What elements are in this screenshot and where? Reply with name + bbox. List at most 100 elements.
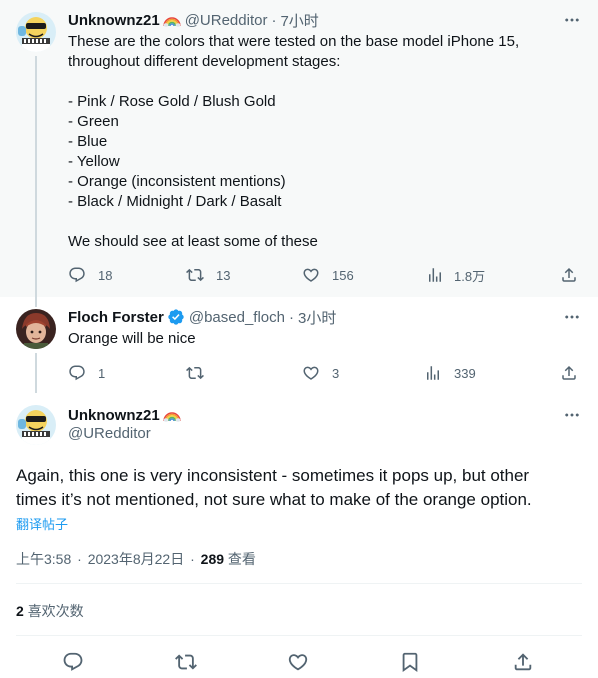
reply-icon bbox=[68, 266, 86, 284]
share-icon bbox=[560, 266, 578, 284]
likes-label: 喜欢次数 bbox=[27, 603, 84, 619]
views-count: 1.8万 bbox=[454, 268, 486, 284]
divider bbox=[16, 635, 582, 636]
bookmark-button[interactable] bbox=[398, 650, 422, 674]
thread-connector bbox=[35, 56, 37, 301]
thread-tweet-2[interactable]: Floch Forster @based_floch · 3小时 Orange … bbox=[0, 297, 598, 401]
retweet-icon bbox=[175, 651, 197, 673]
like-count: 156 bbox=[332, 267, 354, 283]
share-button[interactable] bbox=[511, 650, 535, 674]
tweet-actions: 1 3 339 bbox=[68, 363, 578, 383]
tweet-line: Again, this one is very inconsistent - s… bbox=[16, 466, 530, 485]
tweet-line: Orange will be nice bbox=[68, 330, 196, 347]
heart-icon bbox=[302, 266, 320, 284]
retweet-icon bbox=[186, 364, 204, 382]
tweet-line: - Yellow bbox=[68, 153, 120, 170]
verified-badge-icon bbox=[167, 308, 185, 326]
avatar-image-icon bbox=[16, 12, 56, 52]
tweet-line: times it’s not mentioned, not sure what … bbox=[16, 490, 532, 509]
tweet-line bbox=[68, 72, 519, 92]
thread-tweet-1[interactable]: Unknownz21 @URedditor · 7小时 These are th… bbox=[0, 0, 598, 301]
likes-count: 2 bbox=[16, 603, 24, 619]
tweet-line bbox=[68, 212, 519, 232]
retweet-button[interactable]: 13 bbox=[186, 265, 230, 285]
more-options-button[interactable] bbox=[562, 307, 582, 327]
separator-dot: · bbox=[288, 308, 294, 326]
reply-button[interactable]: 1 bbox=[68, 363, 105, 383]
retweet-count: 13 bbox=[216, 267, 231, 283]
reply-count: 18 bbox=[98, 267, 113, 283]
author-name[interactable]: Unknownz21 bbox=[68, 407, 160, 424]
tweet-line: - Green bbox=[68, 113, 119, 130]
views-button[interactable]: 339 bbox=[424, 363, 476, 383]
tweet-line: - Blue bbox=[68, 133, 108, 150]
like-button[interactable]: 3 bbox=[302, 363, 339, 383]
avatar[interactable] bbox=[16, 309, 56, 349]
separator-dot: · bbox=[271, 11, 277, 29]
views-label: 查看 bbox=[227, 551, 256, 567]
tweet-time[interactable]: 上午3:58 bbox=[16, 551, 71, 567]
tweet-time[interactable]: 3小时 bbox=[298, 307, 336, 328]
views-button[interactable]: 1.8万 bbox=[426, 265, 485, 285]
author-name[interactable]: Unknownz21 bbox=[68, 12, 160, 29]
views-count: 339 bbox=[454, 365, 476, 381]
tweet-line: These are the colors that were tested on… bbox=[68, 33, 520, 50]
bookmark-icon bbox=[399, 651, 421, 673]
focused-tweet-actions bbox=[0, 650, 598, 674]
separator-dot: · bbox=[190, 551, 195, 567]
more-options-button[interactable] bbox=[562, 10, 582, 30]
rainbow-emoji-icon bbox=[163, 13, 181, 27]
like-count: 3 bbox=[332, 365, 340, 381]
separator-dot: · bbox=[77, 551, 82, 567]
tweet-line: - Black / Midnight / Dark / Basalt bbox=[68, 193, 282, 210]
views-chart-icon bbox=[424, 364, 442, 382]
share-button[interactable] bbox=[560, 265, 578, 285]
author-name[interactable]: Floch Forster bbox=[68, 309, 164, 326]
tweet-text: These are the colors that were tested on… bbox=[68, 32, 519, 252]
share-icon bbox=[512, 651, 534, 673]
tweet-date[interactable]: 2023年8月22日 bbox=[88, 551, 185, 567]
retweet-button[interactable] bbox=[174, 650, 198, 674]
reply-icon bbox=[62, 651, 84, 673]
views-chart-icon bbox=[426, 266, 444, 284]
like-button[interactable]: 156 bbox=[302, 265, 354, 285]
tweet-header: Floch Forster @based_floch · 3小时 bbox=[68, 307, 336, 327]
reply-icon bbox=[68, 364, 86, 382]
heart-icon bbox=[302, 364, 320, 382]
likes-summary[interactable]: 2 喜欢次数 bbox=[16, 601, 84, 621]
thread-connector bbox=[35, 297, 37, 307]
share-icon bbox=[560, 364, 578, 382]
like-button[interactable] bbox=[286, 650, 310, 674]
avatar[interactable] bbox=[16, 405, 56, 445]
reply-count: 1 bbox=[98, 365, 106, 381]
more-horizontal-icon bbox=[563, 11, 581, 29]
reply-button[interactable] bbox=[61, 650, 85, 674]
more-options-button[interactable] bbox=[562, 405, 582, 425]
author-handle[interactable]: @URedditor bbox=[185, 12, 268, 29]
tweet-line: We should see at least some of these bbox=[68, 233, 318, 250]
author-handle[interactable]: @based_floch bbox=[189, 309, 285, 326]
divider bbox=[16, 583, 582, 584]
tweet-metadata: 上午3:58 · 2023年8月22日 · 289 查看 bbox=[16, 549, 256, 567]
share-button[interactable] bbox=[560, 363, 578, 383]
reply-button[interactable]: 18 bbox=[68, 265, 112, 285]
tweet-line: - Pink / Rose Gold / Blush Gold bbox=[68, 93, 276, 110]
more-horizontal-icon bbox=[563, 308, 581, 326]
translate-post-link[interactable]: 翻译帖子 bbox=[16, 514, 68, 533]
avatar[interactable] bbox=[16, 12, 56, 52]
tweet-text: Again, this one is very inconsistent - s… bbox=[16, 464, 582, 512]
tweet-line: throughout different development stages: bbox=[68, 53, 341, 70]
avatar-image-icon bbox=[16, 309, 56, 349]
tweet-line: - Orange (inconsistent mentions) bbox=[68, 173, 286, 190]
rainbow-emoji-icon bbox=[163, 408, 181, 422]
avatar-image-icon bbox=[16, 405, 56, 445]
more-horizontal-icon bbox=[563, 406, 581, 424]
heart-icon bbox=[287, 651, 309, 673]
views-count: 289 bbox=[200, 551, 225, 567]
tweet-time[interactable]: 7小时 bbox=[280, 10, 318, 31]
tweet-actions: 18 13 156 1.8万 bbox=[68, 265, 578, 285]
retweet-button[interactable] bbox=[186, 363, 216, 383]
tweet-header: Unknownz21 @URedditor · 7小时 bbox=[68, 10, 319, 30]
author-handle[interactable]: @URedditor bbox=[68, 425, 151, 442]
tweet-header: Unknownz21 bbox=[68, 405, 181, 425]
